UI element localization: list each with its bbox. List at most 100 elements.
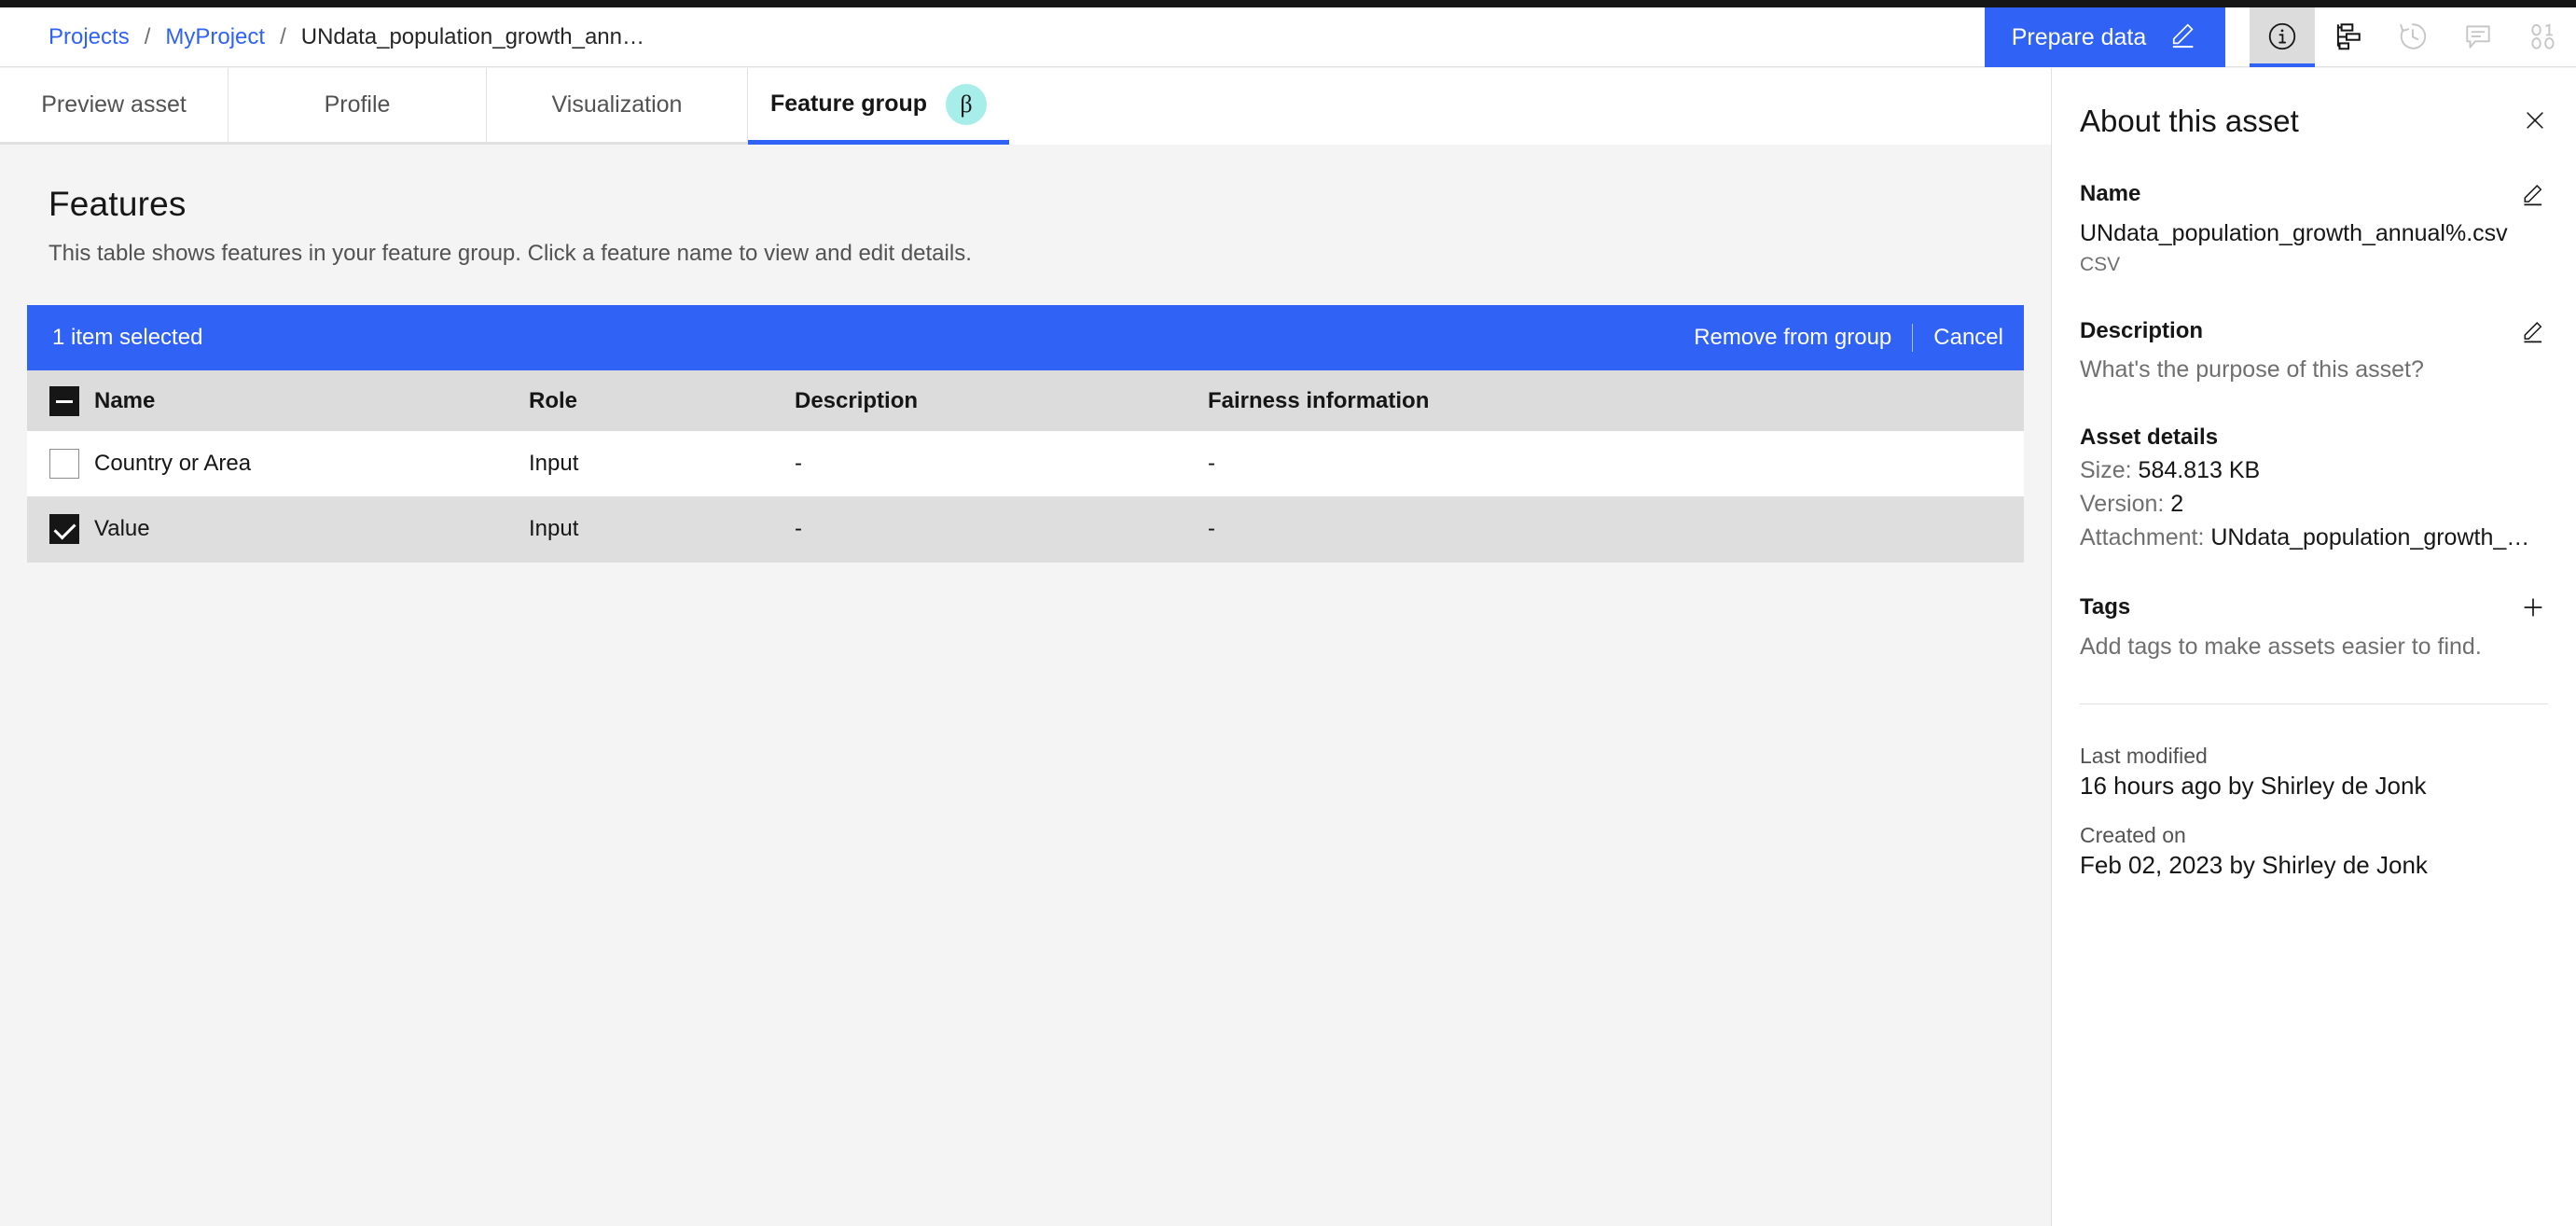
features-table: Name Role Description Fairness informati… xyxy=(27,370,2024,563)
column-header-fairness-information[interactable]: Fairness information xyxy=(1208,370,2024,431)
tab-label: Visualization xyxy=(551,91,683,118)
breadcrumb-item-projects[interactable]: Projects xyxy=(48,24,130,50)
selection-count-label: 1 item selected xyxy=(52,325,203,350)
section-title-tags: Tags xyxy=(2080,594,2131,620)
cell-name: Value xyxy=(94,496,529,562)
detail-attachment: Attachment: UNdata_population_growth_… xyxy=(2080,524,2548,551)
section-title-asset-details: Asset details xyxy=(2080,425,2219,451)
plus-icon xyxy=(2520,598,2546,623)
lineage-icon xyxy=(2332,21,2363,55)
tab-label: Profile xyxy=(324,91,391,118)
tags-placeholder: Add tags to make assets easier to find. xyxy=(2080,634,2482,661)
tab-label: Preview asset xyxy=(41,91,187,118)
binary-code-icon-button[interactable] xyxy=(2511,7,2576,67)
detail-size-label: Size: xyxy=(2080,457,2132,484)
panel-title: About this asset xyxy=(2080,104,2299,138)
breadcrumb: Projects / MyProject / UNdata_population… xyxy=(0,7,1985,66)
table-body: Country or Area Input - - Value Input - … xyxy=(27,431,2024,562)
breadcrumb-current-asset: UNdata_population_growth_ann… xyxy=(300,23,644,49)
panel-section-description: Description What's the purpose of this a… xyxy=(2080,317,2548,383)
tab-preview-asset[interactable]: Preview asset xyxy=(0,68,229,145)
selection-banner: 1 item selected Remove from group Cancel xyxy=(27,305,2024,370)
detail-version-label: Version: xyxy=(2080,491,2165,518)
edit-description-button[interactable] xyxy=(2520,317,2548,345)
remove-from-group-button[interactable]: Remove from group xyxy=(1673,305,1912,370)
cell-fairness: - xyxy=(1208,516,1215,541)
panel-section-asset-details: Asset details Size: 584.813 KB Version: … xyxy=(2080,425,2548,551)
detail-size: Size: 584.813 KB xyxy=(2080,457,2548,484)
panel-section-name: Name UNdata_population_growth_annual%.cs… xyxy=(2080,180,2548,276)
tab-feature-group[interactable]: Feature group β xyxy=(748,68,1009,145)
comment-icon xyxy=(2462,21,2494,55)
edit-pencil-icon xyxy=(2522,322,2546,346)
cell-fairness: - xyxy=(1208,450,1215,476)
row-checkbox-wrap xyxy=(27,514,94,544)
breadcrumb-separator: / xyxy=(280,23,286,49)
cancel-selection-button[interactable]: Cancel xyxy=(1913,305,2024,370)
column-header-role[interactable]: Role xyxy=(529,370,795,431)
row-checkbox[interactable] xyxy=(49,514,79,544)
panel-section-tags: Tags Add tags to make assets easier to f… xyxy=(2080,592,2548,661)
cell-description: - xyxy=(795,516,802,541)
description-placeholder[interactable]: What's the purpose of this asset? xyxy=(2080,356,2548,383)
table-header: Name Role Description Fairness informati… xyxy=(27,370,2024,431)
edit-pencil-icon xyxy=(2170,21,2198,55)
detail-attachment-value: UNdata_population_growth_… xyxy=(2210,524,2530,551)
created-on-block: Created on Feb 02, 2023 by Shirley de Jo… xyxy=(2080,823,2548,880)
detail-attachment-label: Attachment: xyxy=(2080,524,2205,551)
breadcrumb-item-myproject[interactable]: MyProject xyxy=(165,24,265,50)
detail-version: Version: 2 xyxy=(2080,491,2548,518)
section-title-name: Name xyxy=(2080,181,2141,206)
info-icon-button[interactable] xyxy=(2250,7,2315,67)
binary-code-icon xyxy=(2528,21,2559,55)
section-header: Asset details xyxy=(2080,425,2548,451)
close-icon xyxy=(2522,112,2548,136)
detail-version-value: 2 xyxy=(2170,491,2184,518)
row-checkbox[interactable] xyxy=(49,448,79,479)
created-on-label: Created on xyxy=(2080,823,2186,848)
table-row[interactable]: Value Input - - xyxy=(27,496,2024,562)
info-icon xyxy=(2266,21,2298,55)
add-tag-button[interactable] xyxy=(2518,592,2548,622)
section-header: Description xyxy=(2080,317,2548,345)
tab-bar: Preview asset Profile Visualization Feat… xyxy=(0,68,2051,145)
row-checkbox-cell xyxy=(27,431,94,496)
edit-name-button[interactable] xyxy=(2520,180,2548,208)
feature-name-link[interactable]: Value xyxy=(94,516,150,541)
header-bar: Projects / MyProject / UNdata_population… xyxy=(0,7,2576,67)
cell-role: Input xyxy=(529,450,579,476)
close-panel-button[interactable] xyxy=(2518,104,2552,137)
tab-profile[interactable]: Profile xyxy=(229,68,487,145)
history-icon-button[interactable] xyxy=(2380,7,2445,67)
main-content: Features This table shows features in yo… xyxy=(0,145,2051,1226)
last-modified-value: 16 hours ago by Shirley de Jonk xyxy=(2080,772,2427,801)
top-black-strip xyxy=(0,0,2576,7)
beta-badge: β xyxy=(946,83,988,125)
app-root: Projects / MyProject / UNdata_population… xyxy=(0,0,2576,1226)
asset-name-value: UNdata_population_growth_annual%.csv xyxy=(2080,220,2508,246)
section-title-description: Description xyxy=(2080,318,2204,344)
last-modified-label: Last modified xyxy=(2080,744,2208,769)
about-this-asset-panel: About this asset Name UNdata_population_… xyxy=(2051,68,2576,1226)
page-subtitle: This table shows features in your featur… xyxy=(48,241,972,266)
feature-name-link[interactable]: Country or Area xyxy=(94,451,251,476)
table-header-row: Name Role Description Fairness informati… xyxy=(27,370,2024,431)
last-modified-block: Last modified 16 hours ago by Shirley de… xyxy=(2080,744,2548,801)
table-row[interactable]: Country or Area Input - - xyxy=(27,431,2024,496)
page-title: Features xyxy=(48,185,187,223)
select-all-checkbox[interactable] xyxy=(49,385,79,416)
cell-name: Country or Area xyxy=(94,431,529,496)
select-all-header-cell xyxy=(27,370,94,431)
column-header-description[interactable]: Description xyxy=(795,370,1208,431)
prepare-data-button[interactable]: Prepare data xyxy=(1985,7,2225,67)
tab-visualization[interactable]: Visualization xyxy=(487,68,748,145)
lineage-icon-button[interactable] xyxy=(2315,7,2380,67)
section-header: Tags xyxy=(2080,592,2548,622)
panel-body: Name UNdata_population_growth_annual%.cs… xyxy=(2052,180,2576,880)
breadcrumb-separator: / xyxy=(144,23,151,49)
select-all-checkbox-wrap xyxy=(27,385,94,416)
comment-icon-button[interactable] xyxy=(2445,7,2511,67)
cell-description: - xyxy=(795,450,802,476)
column-header-name[interactable]: Name xyxy=(94,370,529,431)
history-clock-icon xyxy=(2397,21,2429,55)
